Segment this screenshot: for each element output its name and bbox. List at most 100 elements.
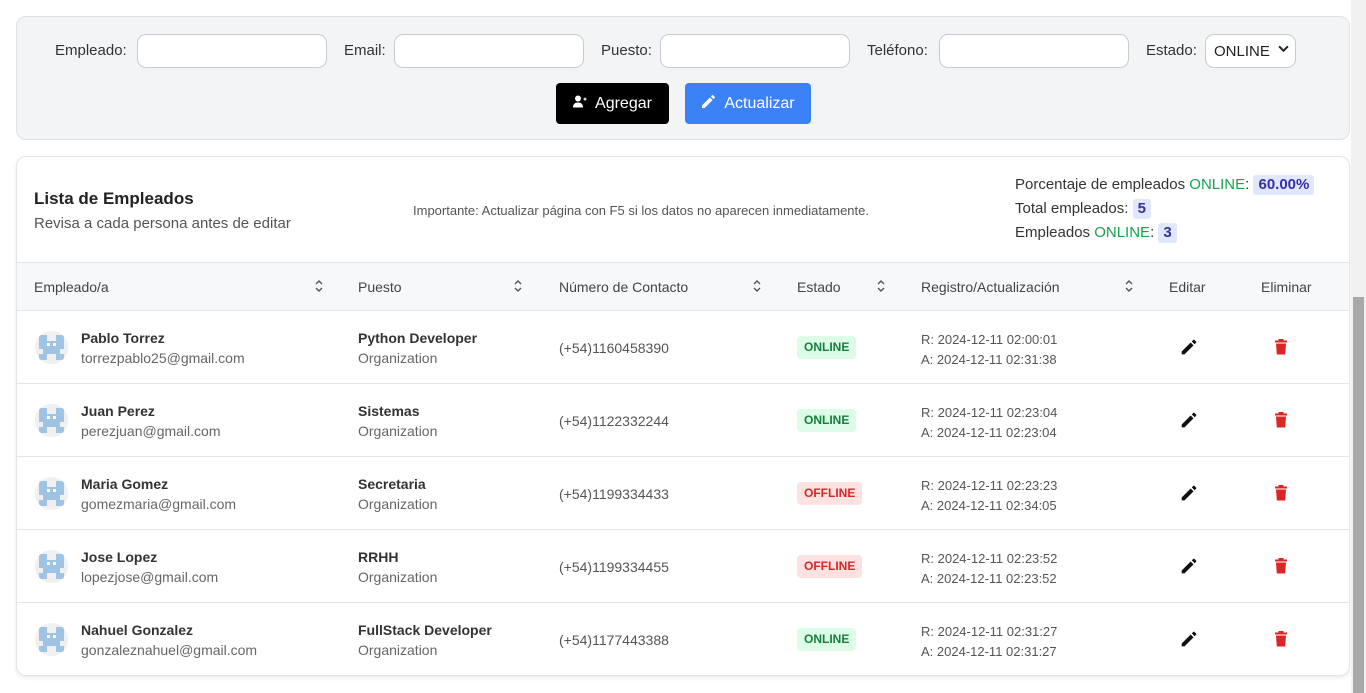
table-row: Jose Lopez lopezjose@gmail.com RRHH Organiz… xyxy=(17,530,1349,603)
email-input[interactable] xyxy=(394,34,584,68)
telefono-label: Teléfono: xyxy=(867,42,928,59)
employee-name: Jose Lopez xyxy=(81,549,158,565)
position-name: Python Developer xyxy=(358,330,478,346)
telefono-input[interactable] xyxy=(939,34,1129,68)
list-title: Lista de Empleados xyxy=(34,189,194,208)
position-name: Sistemas xyxy=(358,403,420,419)
position-org: Organization xyxy=(358,642,438,658)
position-name: RRHH xyxy=(358,549,399,565)
delete-trash-icon[interactable] xyxy=(1274,631,1288,647)
delete-trash-icon[interactable] xyxy=(1274,485,1288,501)
update-button-label: Actualizar xyxy=(724,94,795,112)
col-empleado[interactable]: Empleado/a xyxy=(34,279,109,295)
registration-dates: R: 2024-12-11 02:23:04 A: 2024-12-11 02:2… xyxy=(921,403,1057,443)
stat-percent-label: Porcentaje de empleados xyxy=(1015,176,1190,193)
status-badge: OFFLINE xyxy=(797,482,863,505)
delete-trash-icon[interactable] xyxy=(1274,412,1288,428)
delete-trash-icon[interactable] xyxy=(1274,339,1288,355)
table-row: Maria Gomez gomezmaria@gmail.com Secretari… xyxy=(17,457,1349,530)
estado-select[interactable]: ONLINE xyxy=(1205,34,1296,68)
updated-date: A: 2024-12-11 02:31:27 xyxy=(921,644,1057,659)
avatar xyxy=(35,623,68,656)
col-estado[interactable]: Estado xyxy=(797,279,841,295)
registered-date: R: 2024-12-11 02:31:27 xyxy=(921,624,1058,639)
puesto-input[interactable] xyxy=(660,34,850,68)
contact-number: (+54)1199334455 xyxy=(559,559,669,575)
edit-pencil-icon[interactable] xyxy=(1180,338,1198,356)
add-user-icon xyxy=(573,95,595,113)
edit-pencil-icon[interactable] xyxy=(1180,630,1198,648)
sort-icon[interactable] xyxy=(314,278,324,294)
updated-date: A: 2024-12-11 02:31:38 xyxy=(921,352,1057,367)
pencil-icon xyxy=(701,94,724,114)
col-contacto[interactable]: Número de Contacto xyxy=(559,279,688,295)
stat-colon: : xyxy=(1150,224,1155,241)
contact-number: (+54)1122332244 xyxy=(559,413,669,429)
avatar xyxy=(35,404,68,437)
status-badge: ONLINE xyxy=(797,628,857,651)
sort-icon[interactable] xyxy=(876,278,886,294)
position-org: Organization xyxy=(358,350,438,366)
col-editar: Editar xyxy=(1169,279,1206,295)
estado-select-value: ONLINE xyxy=(1214,43,1270,60)
contact-number: (+54)1160458390 xyxy=(559,340,669,356)
contact-number: (+54)1177443388 xyxy=(559,632,669,648)
edit-pencil-icon[interactable] xyxy=(1180,411,1198,429)
stat-online: Empleados ONLINE: 3 xyxy=(1015,223,1314,247)
stat-total-badge: 5 xyxy=(1132,199,1151,219)
updated-date: A: 2024-12-11 02:23:52 xyxy=(921,571,1057,586)
stat-online-word: ONLINE xyxy=(1094,224,1151,241)
employee-email: gomezmaria@gmail.com xyxy=(81,496,237,512)
registered-date: R: 2024-12-11 02:23:04 xyxy=(921,405,1058,420)
avatar xyxy=(35,477,68,510)
sort-icon[interactable] xyxy=(1124,278,1134,294)
table-row: Juan Perez perezjuan@gmail.com Sistemas Org… xyxy=(17,384,1349,457)
registration-dates: R: 2024-12-11 02:23:23 A: 2024-12-11 02:3… xyxy=(921,476,1057,516)
employee-name: Pablo Torrez xyxy=(81,330,165,346)
updated-date: A: 2024-12-11 02:34:05 xyxy=(921,498,1057,513)
delete-trash-icon[interactable] xyxy=(1274,558,1288,574)
employee-email: perezjuan@gmail.com xyxy=(81,423,221,439)
puesto-label: Puesto: xyxy=(601,42,652,59)
sort-icon[interactable] xyxy=(513,278,523,294)
scrollbar-thumb[interactable] xyxy=(1353,297,1364,693)
table-row: Pablo Torrez torrezpablo25@gmail.com Pytho… xyxy=(17,311,1349,384)
update-button[interactable]: Actualizar xyxy=(685,83,811,124)
employee-email: lopezjose@gmail.com xyxy=(81,569,219,585)
stats-panel: Porcentaje de empleados ONLINE: 60.00% T… xyxy=(1015,175,1315,247)
stat-online-word: ONLINE xyxy=(1189,176,1246,193)
position-org: Organization xyxy=(358,569,438,585)
stat-total-label: Total empleados: xyxy=(1015,200,1129,217)
employee-email: torrezpablo25@gmail.com xyxy=(81,350,245,366)
avatar xyxy=(35,550,68,583)
sort-icon[interactable] xyxy=(752,278,762,294)
edit-pencil-icon[interactable] xyxy=(1180,484,1198,502)
empleado-label: Empleado: xyxy=(55,42,127,59)
stat-percent: Porcentaje de empleados ONLINE: 60.00% xyxy=(1015,175,1315,199)
estado-label: Estado: xyxy=(1146,42,1197,59)
status-badge: ONLINE xyxy=(797,336,857,359)
avatar xyxy=(35,331,68,364)
stat-percent-badge: 60.00% xyxy=(1253,175,1315,195)
col-eliminar: Eliminar xyxy=(1261,279,1312,295)
updated-date: A: 2024-12-11 02:23:04 xyxy=(921,425,1057,440)
email-label: Email: xyxy=(344,42,386,59)
vertical-scrollbar[interactable] xyxy=(1351,0,1366,693)
form-fields-row: Empleado: Email: Puesto: Teléfono: Estad… xyxy=(17,34,1349,68)
edit-pencil-icon[interactable] xyxy=(1180,557,1198,575)
add-button[interactable]: Agregar xyxy=(556,83,669,124)
empleado-input[interactable] xyxy=(137,34,327,68)
stat-total: Total empleados: 5 xyxy=(1015,199,1314,223)
stat-colon: : xyxy=(1245,176,1250,193)
position-name: FullStack Developer xyxy=(358,622,492,638)
employee-name: Juan Perez xyxy=(81,403,155,419)
col-puesto[interactable]: Puesto xyxy=(358,279,402,295)
registered-date: R: 2024-12-11 02:23:52 xyxy=(921,551,1058,566)
registration-dates: R: 2024-12-11 02:00:01 A: 2024-12-11 02:3… xyxy=(921,330,1057,370)
employee-name: Maria Gomez xyxy=(81,476,169,492)
employee-form: Empleado: Email: Puesto: Teléfono: Estad… xyxy=(16,16,1350,140)
stat-online-badge: 3 xyxy=(1158,223,1177,243)
registered-date: R: 2024-12-11 02:00:01 xyxy=(921,332,1058,347)
col-registro[interactable]: Registro/Actualización xyxy=(921,279,1060,295)
important-note: Importante: Actualizar página con F5 si … xyxy=(413,203,869,218)
